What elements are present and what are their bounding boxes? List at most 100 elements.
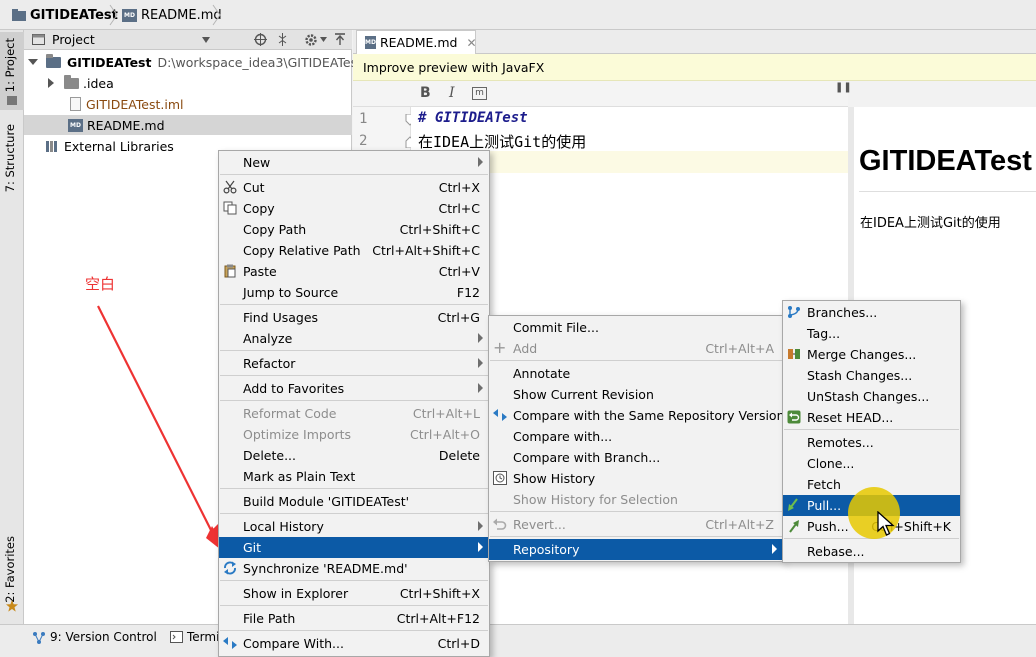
menu-item-repository[interactable]: Repository bbox=[489, 539, 783, 560]
menu-shortcut: Ctrl+Alt+F12 bbox=[396, 611, 480, 626]
markdown-toolbar: B I m ❚❚ bbox=[353, 81, 852, 107]
collapse-all-icon[interactable] bbox=[276, 33, 289, 46]
tree-item-idea[interactable]: .idea bbox=[48, 73, 114, 93]
menu-item-local-history[interactable]: Local History bbox=[219, 516, 489, 537]
menu-item-synchronize[interactable]: Synchronize 'README.md' bbox=[219, 558, 489, 579]
menu-separator bbox=[220, 605, 488, 606]
markdown-file-icon: MD bbox=[365, 36, 376, 49]
collapse-arrow-icon[interactable] bbox=[48, 78, 54, 88]
menu-item-reformat-code[interactable]: Reformat Code Ctrl+Alt+L bbox=[219, 403, 489, 424]
menu-item-refactor[interactable]: Refactor bbox=[219, 353, 489, 374]
branch-icon bbox=[788, 306, 800, 318]
javafx-banner[interactable]: Improve preview with JavaFX bbox=[353, 54, 1036, 81]
menu-item-find-usages[interactable]: Find Usages Ctrl+G bbox=[219, 307, 489, 328]
close-icon[interactable]: ✕ bbox=[466, 36, 476, 50]
menu-item-compare-with[interactable]: Compare With... Ctrl+D bbox=[219, 633, 489, 654]
menu-item-mark-as-plain-text[interactable]: Mark as Plain Text bbox=[219, 466, 489, 487]
menu-item-compare-same-repo[interactable]: Compare with the Same Repository Version bbox=[489, 405, 785, 426]
tree-item-label: README.md bbox=[87, 117, 165, 133]
menu-item-optimize-imports[interactable]: Optimize Imports Ctrl+Alt+O bbox=[219, 424, 489, 445]
menu-item-paste[interactable]: Paste Ctrl+V bbox=[219, 261, 489, 282]
tree-item-iml[interactable]: GITIDEATest.iml bbox=[70, 94, 184, 114]
compare-icon bbox=[223, 637, 237, 649]
tree-item-root[interactable]: GITIDEATest D:\workspace_idea3\GITIDEATe… bbox=[28, 52, 362, 72]
menu-separator bbox=[784, 429, 959, 430]
menu-separator bbox=[220, 513, 488, 514]
menu-separator bbox=[220, 350, 488, 351]
menu-label: Build Module 'GITIDEATest' bbox=[243, 494, 410, 509]
submenu-arrow-icon bbox=[478, 333, 483, 343]
tree-item-readme[interactable]: MD README.md bbox=[24, 115, 352, 135]
menu-item-build-module[interactable]: Build Module 'GITIDEATest' bbox=[219, 491, 489, 512]
vcs-icon bbox=[33, 631, 45, 644]
version-control-tab[interactable]: 9: Version Control bbox=[32, 630, 157, 644]
expand-arrow-icon[interactable] bbox=[28, 59, 38, 65]
menu-item-add[interactable]: + Add Ctrl+Alt+A bbox=[489, 338, 783, 359]
menu-label: Annotate bbox=[513, 366, 571, 381]
locate-file-icon[interactable] bbox=[254, 33, 267, 46]
menu-item-show-current-revision[interactable]: Show Current Revision bbox=[489, 384, 783, 405]
menu-label: Commit File... bbox=[513, 320, 599, 335]
tree-item-external-libraries[interactable]: External Libraries bbox=[46, 136, 174, 156]
project-view-selector[interactable]: Project bbox=[52, 32, 95, 47]
root-path: D:\workspace_idea3\GITIDEATest bbox=[157, 54, 363, 70]
menu-shortcut: F12 bbox=[456, 285, 480, 300]
structure-tool-tab[interactable]: 7: Structure bbox=[0, 122, 24, 222]
bold-button[interactable]: B bbox=[420, 85, 431, 101]
menu-item-clone[interactable]: Clone... bbox=[783, 453, 960, 474]
menu-item-jump-to-source[interactable]: Jump to Source F12 bbox=[219, 282, 489, 303]
menu-item-annotate[interactable]: Annotate bbox=[489, 363, 783, 384]
menu-shortcut: Ctrl+G bbox=[437, 310, 480, 325]
menu-item-rebase[interactable]: Rebase... bbox=[783, 541, 960, 562]
menu-item-stash-changes[interactable]: Stash Changes... bbox=[783, 365, 960, 386]
menu-item-show-in-explorer[interactable]: Show in Explorer Ctrl+Shift+X bbox=[219, 583, 489, 604]
menu-item-show-history-selection[interactable]: Show History for Selection bbox=[489, 489, 783, 510]
menu-label: Show History bbox=[513, 471, 596, 486]
menu-item-copy-path[interactable]: Copy Path Ctrl+Shift+C bbox=[219, 219, 489, 240]
menu-label: Remotes... bbox=[807, 435, 874, 450]
menu-item-remotes[interactable]: Remotes... bbox=[783, 432, 960, 453]
menu-label: Show in Explorer bbox=[243, 586, 349, 601]
line-number: 2 bbox=[359, 133, 368, 149]
menu-item-cut[interactable]: Cut Ctrl+X bbox=[219, 177, 489, 198]
menu-item-new[interactable]: New bbox=[219, 152, 489, 173]
gear-icon[interactable] bbox=[304, 33, 318, 47]
menu-item-commit-file[interactable]: Commit File... bbox=[489, 317, 783, 338]
left-tool-strip: 1: Project 7: Structure 2: Favorites bbox=[0, 30, 24, 624]
menu-label: Paste bbox=[243, 264, 277, 279]
code-button[interactable]: m bbox=[472, 87, 487, 100]
menu-item-revert[interactable]: Revert... Ctrl+Alt+Z bbox=[489, 514, 783, 535]
chevron-down-icon[interactable] bbox=[202, 37, 210, 43]
menu-item-merge-changes[interactable]: Merge Changes... bbox=[783, 344, 960, 365]
menu-item-add-to-favorites[interactable]: Add to Favorites bbox=[219, 378, 489, 399]
pause-icon[interactable]: ❚❚ bbox=[835, 82, 852, 93]
menu-item-copy-relative-path[interactable]: Copy Relative Path Ctrl+Alt+Shift+C bbox=[219, 240, 489, 261]
markdown-file-icon: MD bbox=[122, 8, 137, 22]
menu-item-analyze[interactable]: Analyze bbox=[219, 328, 489, 349]
menu-item-compare-with[interactable]: Compare with... bbox=[489, 426, 783, 447]
menu-item-delete[interactable]: Delete... Delete bbox=[219, 445, 489, 466]
breadcrumb-project-label: GITIDEATest bbox=[30, 7, 118, 23]
tool-tab-label: 1: Project bbox=[3, 38, 17, 93]
chevron-down-icon[interactable] bbox=[320, 37, 327, 42]
italic-button[interactable]: I bbox=[449, 85, 455, 101]
breadcrumb-file[interactable]: MD README.md bbox=[122, 6, 222, 24]
menu-item-reset-head[interactable]: Reset HEAD... bbox=[783, 407, 960, 428]
menu-item-unstash-changes[interactable]: UnStash Changes... bbox=[783, 386, 960, 407]
tab-readme[interactable]: MD README.md ✕ bbox=[356, 30, 477, 54]
project-tool-icon bbox=[7, 96, 17, 105]
library-icon bbox=[46, 141, 57, 152]
menu-label: Analyze bbox=[243, 331, 293, 346]
menu-item-branches[interactable]: Branches... bbox=[783, 302, 960, 323]
menu-label: Pull... bbox=[807, 498, 842, 513]
menu-item-git[interactable]: Git bbox=[219, 537, 489, 558]
breadcrumb-project[interactable]: GITIDEATest bbox=[12, 6, 118, 24]
hide-panel-icon[interactable] bbox=[334, 33, 346, 46]
context-menu: New Cut Ctrl+X Copy Ctrl+C Copy Path Ctrl+S… bbox=[218, 150, 490, 657]
push-icon bbox=[789, 520, 799, 533]
menu-item-compare-with-branch[interactable]: Compare with Branch... bbox=[489, 447, 783, 468]
menu-item-copy[interactable]: Copy Ctrl+C bbox=[219, 198, 489, 219]
menu-item-file-path[interactable]: File Path Ctrl+Alt+F12 bbox=[219, 608, 489, 629]
menu-item-tag[interactable]: Tag... bbox=[783, 323, 960, 344]
menu-item-show-history[interactable]: Show History bbox=[489, 468, 783, 489]
